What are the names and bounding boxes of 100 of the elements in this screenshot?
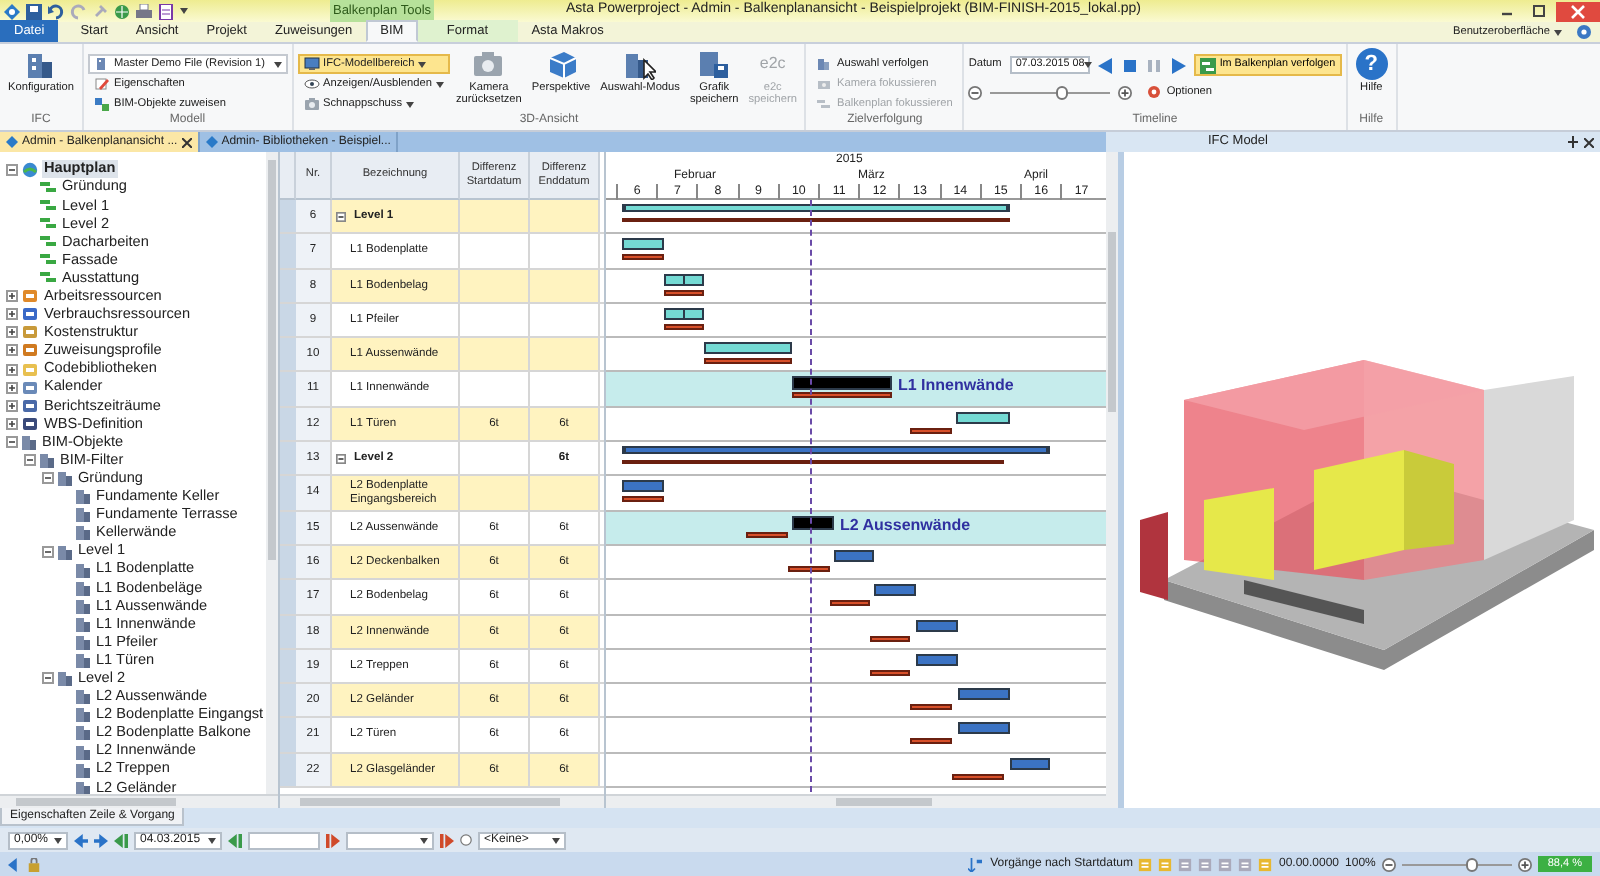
caret-icon	[54, 837, 62, 843]
undo-icon[interactable]	[48, 3, 64, 19]
collapse-icon[interactable]	[6, 435, 18, 448]
gantt-row[interactable]: L1 Innenwände	[606, 372, 1106, 408]
rewind-icon[interactable]	[1097, 57, 1114, 73]
gantt-row[interactable]	[606, 718, 1106, 754]
timeline-slider[interactable]	[990, 91, 1111, 93]
scrollbar[interactable]	[0, 794, 278, 808]
slider-thumb[interactable]	[1465, 857, 1478, 871]
task-bar[interactable]	[916, 653, 958, 666]
critical-task-bar[interactable]	[792, 515, 834, 530]
expand-icon[interactable]	[6, 308, 18, 321]
summary-bar[interactable]	[622, 446, 1050, 455]
close-icon[interactable]	[1584, 137, 1594, 147]
baseline-bar	[622, 496, 664, 503]
zoom-out-icon[interactable]	[1381, 857, 1396, 871]
gantt-row[interactable]	[606, 753, 1106, 789]
diamond-icon	[205, 136, 218, 148]
baseline-bar	[910, 738, 952, 745]
gantt-row[interactable]	[606, 442, 1106, 477]
globe-icon	[22, 161, 38, 178]
lock-icon[interactable]	[28, 857, 40, 871]
date-field[interactable]	[346, 831, 434, 849]
task-bar[interactable]	[916, 619, 958, 632]
scrollbar[interactable]	[280, 794, 604, 808]
date-field[interactable]	[248, 831, 320, 849]
task-bar[interactable]	[622, 238, 664, 251]
radio-button[interactable]	[460, 834, 472, 846]
arrow-left-icon[interactable]	[74, 833, 88, 847]
task-bar[interactable]	[834, 549, 874, 562]
play-icon[interactable]	[1169, 57, 1186, 73]
arrow-right-icon[interactable]	[94, 833, 108, 847]
scrollbar[interactable]	[266, 152, 278, 795]
scrollbar[interactable]	[1106, 152, 1118, 808]
start-marker-icon[interactable]	[114, 833, 128, 847]
start-marker-icon[interactable]	[228, 833, 242, 847]
task-bar[interactable]	[664, 307, 704, 320]
collapse-icon[interactable]	[42, 545, 54, 558]
gantt-row[interactable]: L2 Aussenwände	[606, 511, 1106, 546]
bar-label: L2 Aussenwände	[840, 515, 971, 534]
task-bar[interactable]	[958, 688, 1010, 701]
gantt-row[interactable]	[606, 615, 1106, 650]
end-marker-icon[interactable]	[326, 833, 340, 847]
stop-icon[interactable]	[1121, 57, 1138, 73]
printer-icon[interactable]	[136, 3, 152, 19]
task-bar[interactable]	[958, 722, 1010, 735]
expand-icon[interactable]	[6, 344, 18, 357]
summary-bar[interactable]	[622, 204, 1010, 212]
document-icon[interactable]	[158, 3, 174, 19]
save-icon[interactable]	[26, 3, 42, 19]
collapse-icon[interactable]	[24, 454, 36, 467]
caret-icon	[406, 101, 415, 107]
gantt-row[interactable]	[606, 649, 1106, 685]
collapse-icon[interactable]	[42, 472, 54, 485]
task-bar[interactable]	[704, 342, 792, 355]
chart-icon	[1199, 57, 1216, 73]
expand-icon[interactable]	[6, 399, 18, 412]
gantt-row[interactable]	[606, 269, 1106, 304]
expand-icon[interactable]	[6, 326, 18, 339]
settings-icon[interactable]	[1576, 24, 1592, 40]
gear-icon	[1146, 84, 1163, 100]
sort-icon[interactable]	[968, 857, 983, 871]
collapse-icon[interactable]	[42, 672, 54, 685]
task-bar[interactable]	[664, 273, 704, 286]
gantt-row[interactable]	[606, 200, 1106, 235]
arrow-left-icon[interactable]	[8, 857, 22, 871]
gantt-row[interactable]	[606, 545, 1106, 581]
scrollbar[interactable]	[606, 794, 1106, 808]
zoom-out-icon[interactable]	[968, 85, 983, 99]
expand-icon[interactable]	[6, 363, 18, 376]
expand-icon[interactable]	[6, 417, 18, 430]
building-icon	[58, 670, 72, 687]
collapse-icon[interactable]	[6, 163, 18, 176]
building-icon	[40, 452, 54, 469]
gantt-row[interactable]	[606, 303, 1106, 339]
expand-icon[interactable]	[6, 290, 18, 303]
bars-icon	[816, 96, 833, 112]
pencil-icon	[93, 76, 110, 92]
eye-icon	[303, 76, 320, 92]
globe-icon[interactable]	[114, 3, 130, 19]
close-icon[interactable]	[181, 137, 192, 147]
gantt-row[interactable]	[606, 407, 1106, 443]
gantt-row[interactable]	[606, 234, 1106, 270]
task-bar[interactable]	[1010, 757, 1050, 770]
task-bar[interactable]	[956, 411, 1010, 424]
critical-task-bar[interactable]	[792, 376, 892, 391]
task-bar[interactable]	[622, 480, 664, 493]
zoom-in-icon[interactable]	[1517, 857, 1532, 871]
slider-thumb[interactable]	[1056, 85, 1069, 99]
gantt-row[interactable]	[606, 684, 1106, 719]
collapse-icon[interactable]	[336, 453, 346, 464]
baseline-bar	[664, 323, 704, 330]
task-bar[interactable]	[874, 584, 916, 597]
expand-icon[interactable]	[6, 381, 18, 394]
camera-icon	[472, 48, 505, 80]
gantt-row[interactable]	[606, 580, 1106, 616]
end-marker-icon[interactable]	[440, 833, 454, 847]
baseline-bar	[704, 358, 792, 365]
zoom-in-icon[interactable]	[1118, 85, 1133, 99]
collapse-icon[interactable]	[336, 211, 346, 222]
